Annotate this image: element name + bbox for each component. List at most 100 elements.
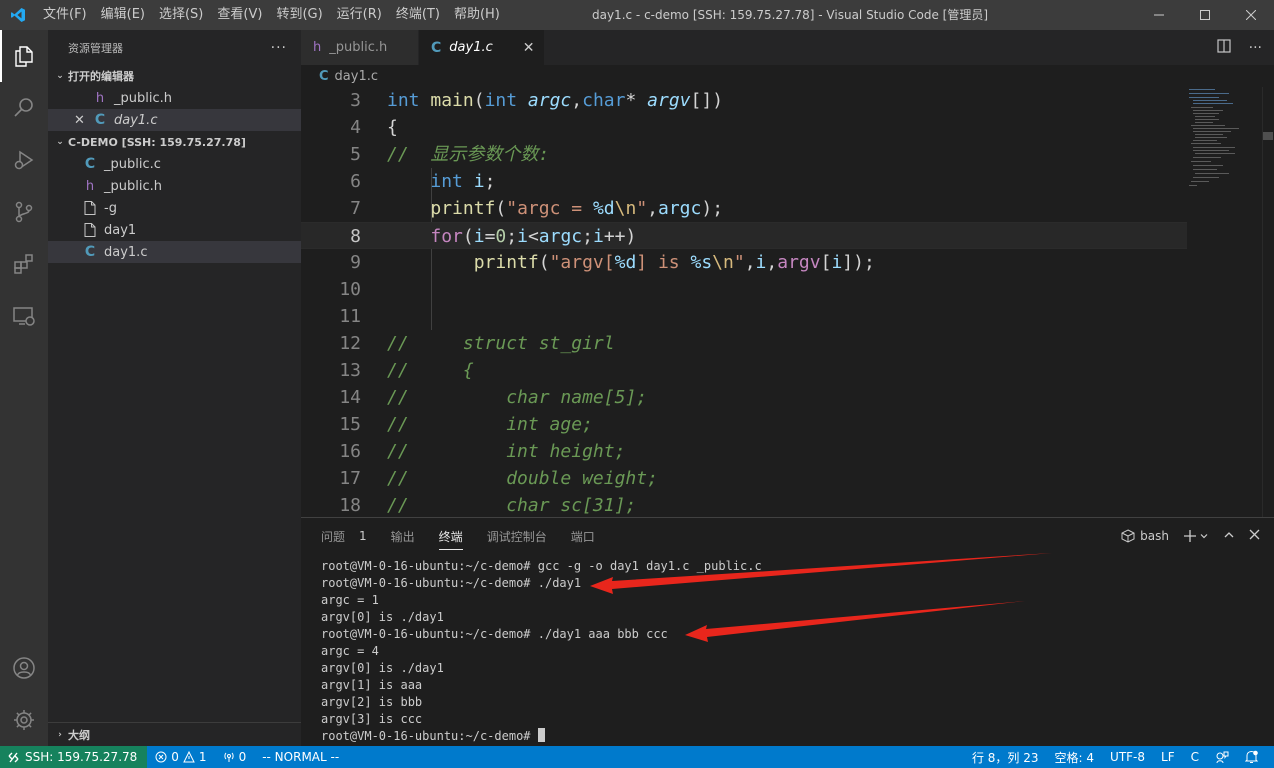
code-editor[interactable]: 3 int main(int argc,char* argv[]) 4{ 5// … [301, 87, 1187, 517]
broadcast-icon [223, 752, 234, 762]
explorer-icon[interactable] [0, 30, 48, 82]
code-line: 3 int main(int argc,char* argv[]) [350, 90, 724, 111]
vim-mode: -- NORMAL -- [262, 750, 340, 764]
chevron-down-icon: ⌄ [56, 137, 64, 147]
language-mode[interactable]: C [1183, 750, 1207, 764]
tab-problems[interactable]: 问题 1 [321, 518, 367, 554]
file-item[interactable]: -g [48, 197, 301, 219]
tab-output-label: 输出 [390, 529, 415, 544]
tab-public-h[interactable]: h _public.h [301, 30, 419, 65]
maximize-panel-icon[interactable] [1223, 529, 1235, 544]
file-item[interactable]: C _public.c [48, 153, 301, 175]
terminal-line: argv[1] is aaa [321, 678, 423, 692]
editor-scrollbar[interactable] [1262, 87, 1274, 517]
minimize-button[interactable] [1136, 0, 1182, 30]
menu-go[interactable]: 转到(G) [269, 0, 329, 30]
window-controls [1136, 0, 1274, 30]
run-debug-icon[interactable] [0, 134, 48, 186]
close-icon[interactable]: ✕ [523, 40, 535, 56]
menu-help[interactable]: 帮助(H) [447, 0, 507, 30]
open-editor-label: day1.c [114, 112, 158, 128]
search-icon[interactable] [0, 82, 48, 134]
tab-day1-c[interactable]: C day1.c ✕ [419, 30, 545, 65]
file-item[interactable]: C day1.c [48, 241, 301, 263]
chevron-down-icon[interactable] [1199, 531, 1209, 541]
code-line: 12// struct st_girl [339, 333, 615, 354]
extensions-icon[interactable] [0, 238, 48, 290]
feedback-icon[interactable] [1207, 750, 1237, 764]
menu-file[interactable]: 文件(F) [36, 0, 94, 30]
code-line: 14// char name[5]; [339, 387, 648, 408]
ports-count: 0 [238, 750, 247, 764]
code-line: 9 printf("argv[%d] is %s\n",i,argv[i]); [350, 252, 875, 273]
c-file-icon: C [431, 39, 442, 56]
problems-status[interactable]: 0 1 [147, 750, 214, 764]
tab-problems-label: 问题 [321, 529, 346, 544]
remote-indicator[interactable]: SSH: 159.75.27.78 [0, 746, 148, 768]
tab-terminal-label: 终端 [438, 529, 463, 544]
sidebar-header: 资源管理器 ··· [48, 30, 301, 65]
file-icon [82, 197, 98, 219]
file-item[interactable]: day1 [48, 219, 301, 241]
open-editors-section[interactable]: ⌄ 打开的编辑器 [48, 65, 301, 87]
file-label: day1.c [104, 244, 148, 260]
outline-section[interactable]: › 大纲 [48, 722, 301, 746]
code-line: 5// 显示参数个数: [350, 144, 550, 165]
minimap[interactable] [1187, 87, 1262, 517]
more-actions-icon[interactable]: ··· [1249, 40, 1262, 56]
breadcrumb[interactable]: C day1.c [301, 65, 1274, 87]
c-file-icon: C [94, 112, 106, 128]
remote-explorer-icon[interactable] [0, 290, 48, 342]
terminal-cursor [537, 728, 545, 742]
menu-view[interactable]: 查看(V) [210, 0, 269, 30]
terminal-shell-selector[interactable]: bash [1121, 529, 1169, 543]
remote-label: SSH: 159.75.27.78 [25, 750, 138, 764]
close-icon[interactable]: ✕ [74, 113, 86, 128]
more-actions-icon[interactable]: ··· [271, 40, 287, 56]
menu-selection[interactable]: 选择(S) [152, 0, 210, 30]
open-editor-item[interactable]: ✕ C day1.c [48, 109, 301, 131]
scrollbar-thumb[interactable] [1263, 132, 1273, 140]
menu-run[interactable]: 运行(R) [330, 0, 389, 30]
terminal-line: root@VM-0-16-ubuntu:~/c-demo# ./day1 aaa… [321, 627, 668, 641]
code-line: 15// int age; [339, 414, 593, 435]
vscode-logo-icon [0, 0, 36, 30]
split-editor-icon[interactable] [1217, 38, 1231, 57]
title-bar: 文件(F) 编辑(E) 选择(S) 查看(V) 转到(G) 运行(R) 终端(T… [0, 0, 1274, 30]
tab-output[interactable]: 输出 [391, 518, 415, 554]
close-window-button[interactable] [1228, 0, 1274, 30]
panel-actions: bash [1121, 518, 1260, 554]
notifications-bell-icon[interactable] [1237, 750, 1266, 764]
menu-edit[interactable]: 编辑(E) [94, 0, 152, 30]
terminal-line: argv[2] is bbb [321, 695, 423, 709]
new-terminal-icon[interactable] [1183, 529, 1209, 543]
tab-debug-console-label: 调试控制台 [486, 529, 547, 544]
close-panel-icon[interactable] [1249, 529, 1260, 543]
explorer-sidebar: 资源管理器 ··· ⌄ 打开的编辑器 h _public.h ✕ C day1.… [48, 30, 301, 746]
file-label: day1 [104, 222, 137, 238]
tab-label: _public.h [329, 40, 388, 55]
indentation[interactable]: 空格: 4 [1047, 749, 1103, 766]
maximize-button[interactable] [1182, 0, 1228, 30]
error-icon [155, 751, 167, 763]
source-control-icon[interactable] [0, 186, 48, 238]
terminal-line: argv[0] is ./day1 [321, 661, 444, 675]
accounts-icon[interactable] [0, 642, 48, 694]
manage-gear-icon[interactable] [0, 694, 48, 746]
folder-section[interactable]: ⌄ C-DEMO [SSH: 159.75.27.78] [48, 131, 301, 153]
code-line: 6 int i; [350, 171, 496, 192]
breadcrumb-file: day1.c [334, 68, 379, 84]
cursor-position[interactable]: 行 8，列 23 [964, 749, 1047, 766]
code-line: 4{ [350, 117, 398, 138]
tab-ports[interactable]: 端口 [571, 518, 595, 554]
file-item[interactable]: h _public.h [48, 175, 301, 197]
tab-debug-console[interactable]: 调试控制台 [487, 518, 547, 554]
encoding[interactable]: UTF-8 [1102, 750, 1153, 764]
tab-terminal[interactable]: 终端 [438, 518, 463, 554]
open-editor-item[interactable]: h _public.h [48, 87, 301, 109]
menu-terminal[interactable]: 终端(T) [389, 0, 447, 30]
line-ending[interactable]: LF [1153, 750, 1183, 764]
ports-status[interactable]: 0 [215, 750, 255, 764]
terminal-line: argc = 4 [321, 644, 379, 658]
terminal-output[interactable]: root@VM-0-16-ubuntu:~/c-demo# gcc -g -o … [321, 558, 762, 745]
